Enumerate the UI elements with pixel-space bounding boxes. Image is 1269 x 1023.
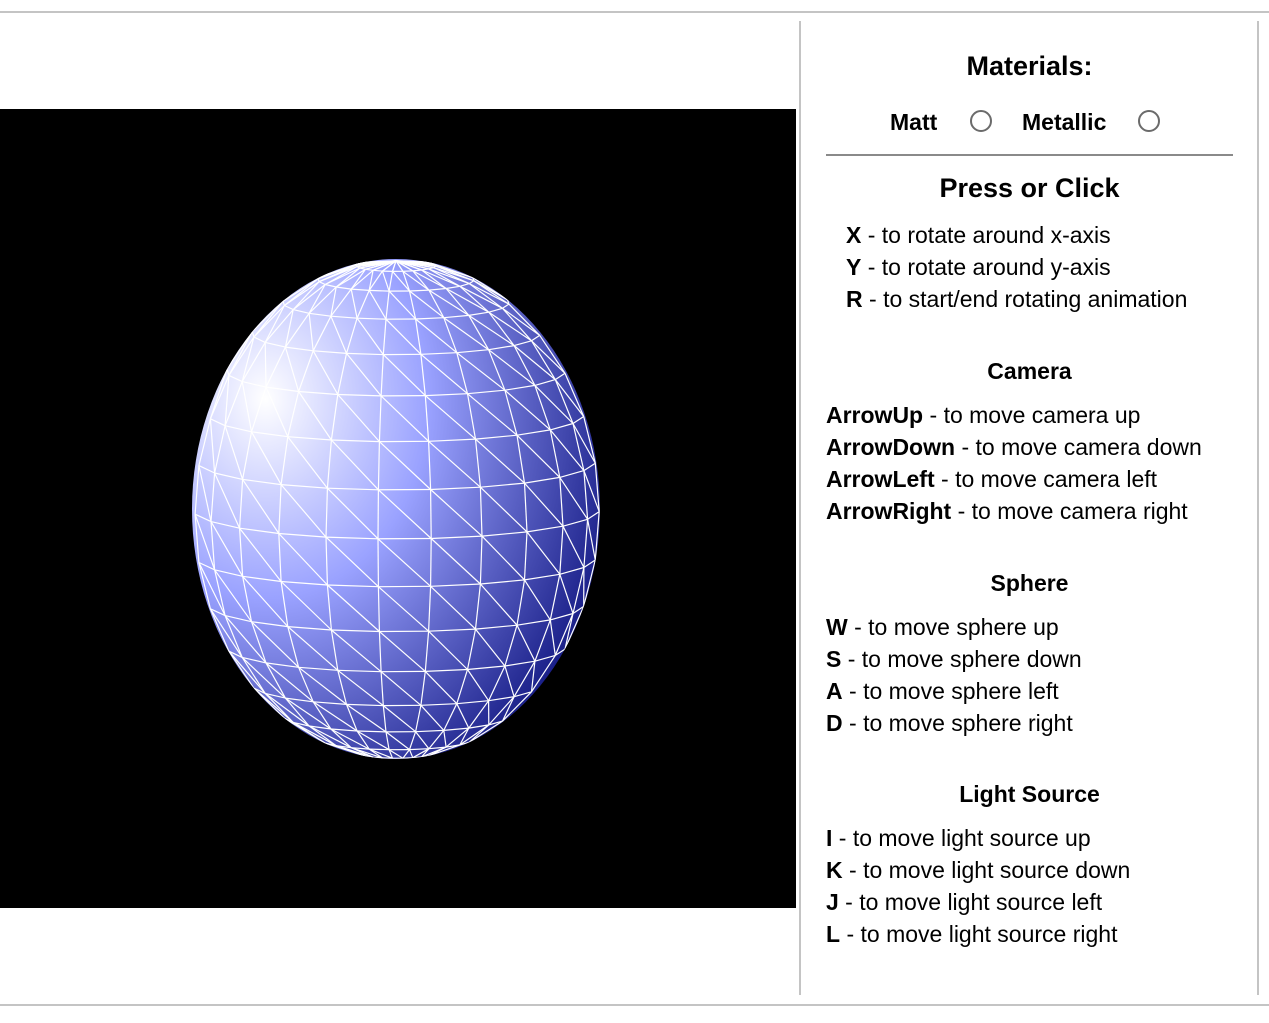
metallic-label: Metallic xyxy=(1022,109,1107,135)
top-rule xyxy=(0,11,1269,13)
wire-latitude xyxy=(412,756,422,759)
wire-latitude xyxy=(373,269,383,272)
sphere-render xyxy=(192,259,600,759)
control-item-r: R - to start/end rotating animation xyxy=(846,283,1187,315)
key-label: ArrowUp xyxy=(826,402,924,428)
key-label: L xyxy=(826,921,841,947)
light-source-title: Light Source xyxy=(959,781,1100,807)
key-description: - to move light source left xyxy=(838,889,1103,915)
press-or-click-title: Press or Click xyxy=(939,173,1120,203)
key-label: ArrowLeft xyxy=(826,466,935,492)
key-description: - to move sphere down xyxy=(841,646,1082,672)
key-label: S xyxy=(826,646,842,672)
key-description: - to rotate around x-axis xyxy=(861,222,1111,248)
key-description: - to move light source down xyxy=(842,857,1131,883)
key-description: - to move camera up xyxy=(923,402,1141,428)
key-description: - to move light source up xyxy=(832,825,1091,851)
key-description: - to move light source right xyxy=(840,921,1118,947)
wire-longitude xyxy=(430,538,432,587)
control-item-arrowdown: ArrowDown - to move camera down xyxy=(826,431,1202,463)
key-label: K xyxy=(826,857,843,883)
control-item-arrowright: ArrowRight - to move camera right xyxy=(826,495,1202,527)
panel-divider-right xyxy=(1257,21,1259,995)
control-item-j: J - to move light source left xyxy=(826,886,1130,918)
wire-diagonal xyxy=(264,342,267,388)
metallic-radio[interactable] xyxy=(1138,110,1160,132)
webgl-canvas[interactable] xyxy=(0,109,796,908)
light-controls-list: I - to move light source up K - to move … xyxy=(826,822,1130,950)
rotation-controls-list: X - to rotate around x-axis Y - to rotat… xyxy=(846,219,1187,315)
wire-longitude xyxy=(430,489,432,539)
key-description: - to move sphere right xyxy=(842,710,1073,736)
control-item-w: W - to move sphere up xyxy=(826,611,1082,643)
control-item-l: L - to move light source right xyxy=(826,918,1130,950)
key-label: R xyxy=(846,286,863,312)
wire-latitude xyxy=(402,757,413,759)
control-item-x: X - to rotate around x-axis xyxy=(846,219,1187,251)
materials-separator xyxy=(826,154,1233,156)
camera-title: Camera xyxy=(987,358,1072,384)
matt-radio[interactable] xyxy=(970,110,992,132)
sphere-title: Sphere xyxy=(990,570,1069,596)
sphere-controls-list: W - to move sphere up S - to move sphere… xyxy=(826,611,1082,739)
bottom-rule xyxy=(0,1004,1269,1006)
key-description: - to move sphere up xyxy=(847,614,1059,640)
key-label: Y xyxy=(846,254,862,280)
wire-latitude xyxy=(373,756,383,759)
key-label: ArrowDown xyxy=(826,434,956,460)
key-description: - to start/end rotating animation xyxy=(862,286,1188,312)
control-item-arrowleft: ArrowLeft - to move camera left xyxy=(826,463,1202,495)
key-label: J xyxy=(826,889,839,915)
wire-latitude xyxy=(369,289,390,292)
key-label: W xyxy=(826,614,848,640)
control-item-y: Y - to rotate around y-axis xyxy=(846,251,1187,283)
key-description: - to move camera left xyxy=(934,466,1158,492)
key-label: D xyxy=(826,710,843,736)
control-item-a: A - to move sphere left xyxy=(826,675,1082,707)
control-item-arrowup: ArrowUp - to move camera up xyxy=(826,399,1202,431)
control-item-k: K - to move light source down xyxy=(826,854,1130,886)
panel-divider-left xyxy=(799,21,801,995)
matt-label: Matt xyxy=(890,109,938,135)
key-label: X xyxy=(846,222,862,248)
wire-latitude xyxy=(369,748,390,751)
key-description: - to rotate around y-axis xyxy=(861,254,1111,280)
materials-title: Materials: xyxy=(966,51,1093,81)
key-description: - to move camera down xyxy=(955,434,1202,460)
key-label: ArrowRight xyxy=(826,498,952,524)
key-description: - to move sphere left xyxy=(842,678,1059,704)
camera-controls-list: ArrowUp - to move camera up ArrowDown - … xyxy=(826,399,1202,527)
materials-options: Matt Metallic xyxy=(826,106,1233,138)
control-item-d: D - to move sphere right xyxy=(826,707,1082,739)
key-description: - to move camera right xyxy=(951,498,1188,524)
key-label: A xyxy=(826,678,843,704)
control-item-s: S - to move sphere down xyxy=(826,643,1082,675)
control-item-i: I - to move light source up xyxy=(826,822,1130,854)
